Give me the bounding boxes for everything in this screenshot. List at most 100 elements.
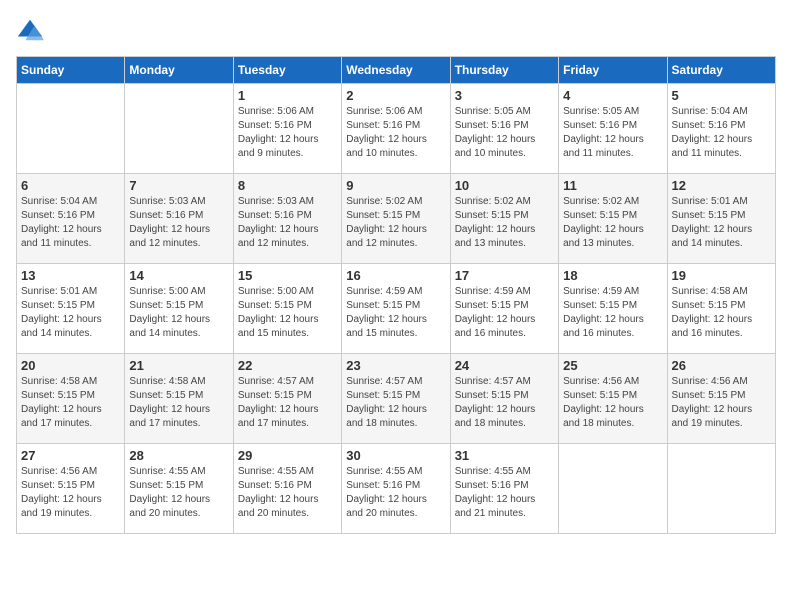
day-number: 16 <box>346 268 445 283</box>
day-cell: 29 Sunrise: 4:55 AM Sunset: 5:16 PM Dayli… <box>233 444 341 534</box>
day-cell: 7Sunrise: 5:03 AM Sunset: 5:16 PM Daylig… <box>125 174 233 264</box>
day-info: Sunrise: 5:06 AM Sunset: 5:16 PM Dayligh… <box>238 105 337 161</box>
day-cell: 2 Sunrise: 5:06 AM Sunset: 5:16 PM Daylig… <box>342 84 450 174</box>
day-number: 28 <box>129 448 228 463</box>
day-cell <box>559 444 667 534</box>
week-row-1: 1Sunrise: 5:06 AM Sunset: 5:16 PM Daylig… <box>17 84 776 174</box>
day-info: Sunrise: 4:55 AM Sunset: 5:15 PM Dayligh… <box>129 465 228 521</box>
day-number: 12 <box>672 178 771 193</box>
day-number: 11 <box>563 178 662 193</box>
day-info: Sunrise: 5:04 AM Sunset: 5:16 PM Dayligh… <box>672 105 771 161</box>
day-cell <box>667 444 775 534</box>
day-info: Sunrise: 4:56 AM Sunset: 5:15 PM Dayligh… <box>563 375 662 431</box>
day-cell: 23 Sunrise: 4:57 AM Sunset: 5:15 PM Dayli… <box>342 354 450 444</box>
logo-icon <box>16 16 44 44</box>
day-number: 21 <box>129 358 228 373</box>
week-row-5: 27 Sunrise: 4:56 AM Sunset: 5:15 PM Dayli… <box>17 444 776 534</box>
day-cell: 24Sunrise: 4:57 AM Sunset: 5:15 PM Dayli… <box>450 354 558 444</box>
day-cell <box>125 84 233 174</box>
day-number: 10 <box>455 178 554 193</box>
day-info: Sunrise: 4:57 AM Sunset: 5:15 PM Dayligh… <box>346 375 445 431</box>
day-number: 27 <box>21 448 120 463</box>
day-number: 6 <box>21 178 120 193</box>
day-cell: 18 Sunrise: 4:59 AM Sunset: 5:15 PM Dayli… <box>559 264 667 354</box>
column-header-wednesday: Wednesday <box>342 57 450 84</box>
week-row-3: 13Sunrise: 5:01 AM Sunset: 5:15 PM Dayli… <box>17 264 776 354</box>
day-number: 14 <box>129 268 228 283</box>
day-cell: 16 Sunrise: 4:59 AM Sunset: 5:15 PM Dayli… <box>342 264 450 354</box>
day-cell: 14Sunrise: 5:00 AM Sunset: 5:15 PM Dayli… <box>125 264 233 354</box>
day-cell: 22Sunrise: 4:57 AM Sunset: 5:15 PM Dayli… <box>233 354 341 444</box>
logo <box>16 16 48 44</box>
day-number: 3 <box>455 88 554 103</box>
day-number: 2 <box>346 88 445 103</box>
day-number: 31 <box>455 448 554 463</box>
day-cell: 12Sunrise: 5:01 AM Sunset: 5:15 PM Dayli… <box>667 174 775 264</box>
day-info: Sunrise: 5:03 AM Sunset: 5:16 PM Dayligh… <box>129 195 228 251</box>
day-number: 4 <box>563 88 662 103</box>
day-info: Sunrise: 4:55 AM Sunset: 5:16 PM Dayligh… <box>346 465 445 521</box>
calendar-body: 1Sunrise: 5:06 AM Sunset: 5:16 PM Daylig… <box>17 84 776 534</box>
day-number: 15 <box>238 268 337 283</box>
column-header-sunday: Sunday <box>17 57 125 84</box>
day-cell: 28 Sunrise: 4:55 AM Sunset: 5:15 PM Dayli… <box>125 444 233 534</box>
day-cell: 27 Sunrise: 4:56 AM Sunset: 5:15 PM Dayli… <box>17 444 125 534</box>
day-info: Sunrise: 5:02 AM Sunset: 5:15 PM Dayligh… <box>455 195 554 251</box>
page-header <box>16 16 776 44</box>
day-number: 23 <box>346 358 445 373</box>
day-cell: 9Sunrise: 5:02 AM Sunset: 5:15 PM Daylig… <box>342 174 450 264</box>
day-info: Sunrise: 4:58 AM Sunset: 5:15 PM Dayligh… <box>672 285 771 341</box>
day-info: Sunrise: 5:00 AM Sunset: 5:15 PM Dayligh… <box>238 285 337 341</box>
day-number: 24 <box>455 358 554 373</box>
day-number: 8 <box>238 178 337 193</box>
column-header-saturday: Saturday <box>667 57 775 84</box>
day-cell: 21 Sunrise: 4:58 AM Sunset: 5:15 PM Dayli… <box>125 354 233 444</box>
day-cell: 8 Sunrise: 5:03 AM Sunset: 5:16 PM Daylig… <box>233 174 341 264</box>
day-info: Sunrise: 4:59 AM Sunset: 5:15 PM Dayligh… <box>346 285 445 341</box>
week-row-4: 20 Sunrise: 4:58 AM Sunset: 5:15 PM Dayli… <box>17 354 776 444</box>
day-info: Sunrise: 4:59 AM Sunset: 5:15 PM Dayligh… <box>563 285 662 341</box>
day-cell: 10 Sunrise: 5:02 AM Sunset: 5:15 PM Dayli… <box>450 174 558 264</box>
day-info: Sunrise: 4:55 AM Sunset: 5:16 PM Dayligh… <box>238 465 337 521</box>
day-cell: 4 Sunrise: 5:05 AM Sunset: 5:16 PM Daylig… <box>559 84 667 174</box>
day-number: 30 <box>346 448 445 463</box>
day-cell <box>17 84 125 174</box>
calendar-table: SundayMondayTuesdayWednesdayThursdayFrid… <box>16 56 776 534</box>
day-cell: 31Sunrise: 4:55 AM Sunset: 5:16 PM Dayli… <box>450 444 558 534</box>
day-cell: 26Sunrise: 4:56 AM Sunset: 5:15 PM Dayli… <box>667 354 775 444</box>
day-number: 25 <box>563 358 662 373</box>
day-info: Sunrise: 5:05 AM Sunset: 5:16 PM Dayligh… <box>563 105 662 161</box>
day-cell: 30 Sunrise: 4:55 AM Sunset: 5:16 PM Dayli… <box>342 444 450 534</box>
day-info: Sunrise: 5:06 AM Sunset: 5:16 PM Dayligh… <box>346 105 445 161</box>
day-number: 20 <box>21 358 120 373</box>
column-header-thursday: Thursday <box>450 57 558 84</box>
day-info: Sunrise: 4:59 AM Sunset: 5:15 PM Dayligh… <box>455 285 554 341</box>
column-header-tuesday: Tuesday <box>233 57 341 84</box>
day-cell: 17 Sunrise: 4:59 AM Sunset: 5:15 PM Dayli… <box>450 264 558 354</box>
day-cell: 25 Sunrise: 4:56 AM Sunset: 5:15 PM Dayli… <box>559 354 667 444</box>
day-info: Sunrise: 5:03 AM Sunset: 5:16 PM Dayligh… <box>238 195 337 251</box>
day-number: 18 <box>563 268 662 283</box>
header-row: SundayMondayTuesdayWednesdayThursdayFrid… <box>17 57 776 84</box>
day-number: 5 <box>672 88 771 103</box>
day-info: Sunrise: 4:56 AM Sunset: 5:15 PM Dayligh… <box>672 375 771 431</box>
day-cell: 13Sunrise: 5:01 AM Sunset: 5:15 PM Dayli… <box>17 264 125 354</box>
day-info: Sunrise: 4:56 AM Sunset: 5:15 PM Dayligh… <box>21 465 120 521</box>
day-info: Sunrise: 5:04 AM Sunset: 5:16 PM Dayligh… <box>21 195 120 251</box>
day-info: Sunrise: 4:57 AM Sunset: 5:15 PM Dayligh… <box>238 375 337 431</box>
day-cell: 3Sunrise: 5:05 AM Sunset: 5:16 PM Daylig… <box>450 84 558 174</box>
day-cell: 19Sunrise: 4:58 AM Sunset: 5:15 PM Dayli… <box>667 264 775 354</box>
day-info: Sunrise: 4:58 AM Sunset: 5:15 PM Dayligh… <box>21 375 120 431</box>
calendar-header: SundayMondayTuesdayWednesdayThursdayFrid… <box>17 57 776 84</box>
column-header-friday: Friday <box>559 57 667 84</box>
day-number: 17 <box>455 268 554 283</box>
day-number: 29 <box>238 448 337 463</box>
day-info: Sunrise: 5:02 AM Sunset: 5:15 PM Dayligh… <box>346 195 445 251</box>
day-info: Sunrise: 4:58 AM Sunset: 5:15 PM Dayligh… <box>129 375 228 431</box>
column-header-monday: Monday <box>125 57 233 84</box>
day-number: 13 <box>21 268 120 283</box>
day-cell: 5 Sunrise: 5:04 AM Sunset: 5:16 PM Daylig… <box>667 84 775 174</box>
day-info: Sunrise: 5:02 AM Sunset: 5:15 PM Dayligh… <box>563 195 662 251</box>
week-row-2: 6 Sunrise: 5:04 AM Sunset: 5:16 PM Daylig… <box>17 174 776 264</box>
day-cell: 6 Sunrise: 5:04 AM Sunset: 5:16 PM Daylig… <box>17 174 125 264</box>
